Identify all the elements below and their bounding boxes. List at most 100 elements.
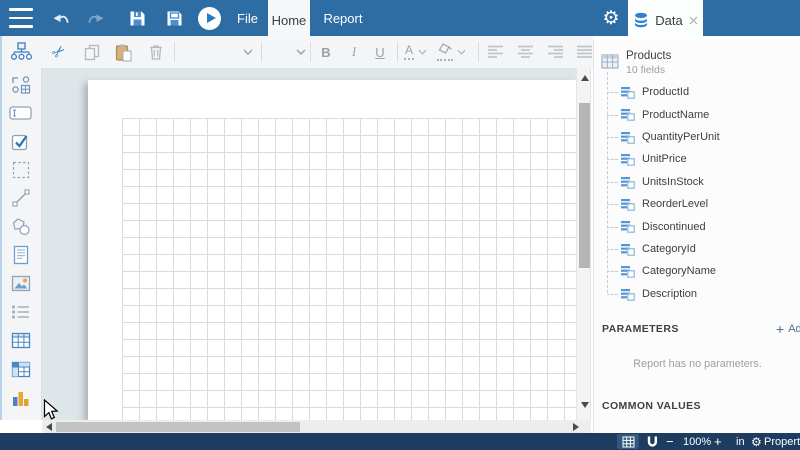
paste-button[interactable] (114, 43, 133, 62)
hamburger-menu-icon[interactable] (9, 8, 35, 28)
font-color-icon: A (404, 44, 414, 60)
measurement-unit[interactable]: in (736, 433, 745, 450)
crosstab-icon (11, 361, 31, 378)
copy-icon (83, 43, 101, 61)
field-label: QuantityPerUnit (642, 131, 720, 143)
align-right-button[interactable] (547, 45, 564, 59)
italic-button[interactable]: I (345, 44, 363, 60)
field-row[interactable]: UnitsInStock (594, 171, 800, 193)
data-explorer-panel: Products 10 fields ProductId ProductName… (593, 40, 800, 433)
vertical-scrollbar[interactable] (576, 68, 591, 420)
font-size-select[interactable] (266, 41, 306, 63)
properties-gear-icon[interactable]: ⚙ (751, 433, 762, 450)
field-row[interactable]: ProductName (594, 103, 800, 125)
toolbox-item-picture[interactable] (0, 270, 42, 299)
save-button[interactable] (129, 10, 146, 27)
scroll-right-arrow[interactable] (569, 420, 583, 433)
toolbox-item-table[interactable] (0, 327, 42, 356)
toolbox-item-textbox[interactable] (0, 99, 42, 128)
field-row[interactable]: CategoryName (594, 260, 800, 282)
chevron-down-icon (457, 49, 466, 55)
report-structure-button[interactable] (0, 41, 42, 63)
field-row[interactable]: CategoryId (594, 238, 800, 260)
save-icon (129, 10, 146, 27)
textbox-icon (9, 106, 32, 120)
toolbox-item-line[interactable] (0, 184, 42, 213)
preview-play-button[interactable] (198, 7, 221, 30)
copy-button[interactable] (83, 43, 101, 61)
save-all-icon (166, 10, 183, 27)
font-family-select[interactable] (180, 41, 253, 63)
redo-button[interactable] (88, 11, 106, 25)
toggle-grid-button[interactable] (617, 434, 639, 449)
fill-color-button[interactable] (437, 43, 466, 61)
align-left-button[interactable] (487, 45, 504, 59)
toolbox-item-richtext[interactable] (0, 241, 42, 270)
align-justify-icon (576, 45, 593, 59)
no-parameters-message: Report has no parameters. (594, 358, 800, 370)
tab-home[interactable]: Home (268, 0, 310, 40)
undo-button[interactable] (51, 11, 69, 25)
field-list: ProductId ProductName QuantityPerUnit Un… (594, 81, 800, 305)
field-label: ReorderLevel (642, 198, 708, 210)
tab-report[interactable]: Report (310, 0, 376, 38)
field-row[interactable]: ReorderLevel (594, 193, 800, 215)
close-data-tab-icon[interactable] (689, 16, 698, 25)
font-color-button[interactable]: A (404, 44, 427, 60)
align-justify-button[interactable] (576, 45, 593, 59)
horizontal-scrollbar[interactable] (42, 420, 591, 433)
align-center-icon (517, 45, 534, 59)
toolbox-item-list[interactable] (0, 298, 42, 327)
field-row[interactable]: Description (594, 283, 800, 305)
delete-button[interactable] (147, 43, 165, 61)
magnet-icon (646, 435, 659, 449)
chevron-down-icon (418, 49, 427, 55)
toolbox-item-chart[interactable] (0, 384, 42, 413)
toolbox-item-shape[interactable] (0, 213, 42, 242)
properties-button[interactable]: Properties (764, 433, 800, 450)
scroll-left-arrow[interactable] (42, 420, 56, 433)
datasource-name: Products (626, 50, 671, 62)
design-surface[interactable] (42, 68, 576, 420)
field-label: Discontinued (642, 221, 706, 233)
bold-button[interactable]: B (317, 45, 335, 60)
scroll-down-arrow[interactable] (577, 398, 592, 412)
zoom-in-button[interactable]: + (714, 433, 722, 450)
settings-gear-icon[interactable]: ⚙ (600, 9, 622, 28)
vertical-scroll-thumb[interactable] (579, 103, 590, 268)
field-row[interactable]: QuantityPerUnit (594, 126, 800, 148)
field-label: UnitsInStock (642, 176, 704, 188)
save-all-button[interactable] (166, 10, 183, 27)
status-bar: − 100% + in ⚙ Properties (0, 433, 800, 450)
toolbar-separator (174, 42, 175, 62)
align-right-icon (547, 45, 564, 59)
toolbox-item-panel[interactable] (0, 156, 42, 185)
toolbox-item-widgets[interactable] (0, 70, 42, 99)
toolbox-item-checkbox[interactable] (0, 127, 42, 156)
scroll-up-arrow[interactable] (577, 71, 592, 85)
underline-button[interactable]: U (371, 45, 389, 60)
align-center-button[interactable] (517, 45, 534, 59)
toolbar-separator (478, 42, 479, 62)
top-menu-bar: File Home Report ⚙ Data (0, 0, 800, 36)
toolbar-separator (397, 42, 398, 62)
field-row[interactable]: Discontinued (594, 215, 800, 237)
field-icon (621, 220, 635, 238)
zoom-level[interactable]: 100% (683, 433, 711, 450)
line-icon (11, 188, 31, 208)
report-page[interactable] (88, 80, 576, 420)
field-icon (621, 265, 635, 283)
field-row[interactable]: UnitPrice (594, 148, 800, 170)
snap-to-grid-button[interactable] (646, 433, 659, 450)
field-row[interactable]: ProductId (594, 81, 800, 103)
tab-data[interactable]: Data (628, 0, 703, 40)
field-label: CategoryName (642, 265, 716, 277)
add-parameter-button[interactable]: + Add (776, 321, 800, 337)
toolbox-item-crosstab[interactable] (0, 355, 42, 384)
field-label: UnitPrice (642, 153, 687, 165)
file-menu[interactable]: File (233, 11, 262, 26)
zoom-out-button[interactable]: − (666, 433, 674, 450)
cut-button[interactable]: ✂ (46, 39, 73, 66)
horizontal-scroll-thumb[interactable] (56, 422, 300, 432)
field-icon (621, 288, 635, 306)
